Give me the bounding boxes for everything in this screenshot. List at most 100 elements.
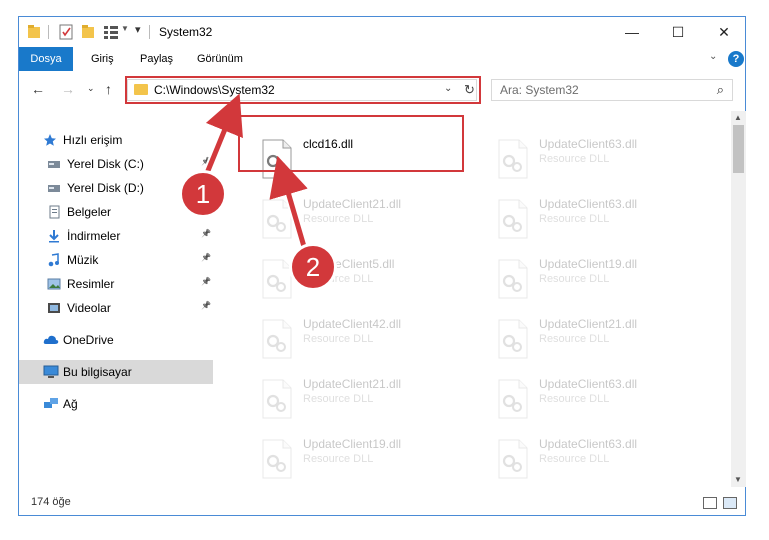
window-title: System32 <box>159 25 213 39</box>
file-type: Resource DLL <box>303 393 374 405</box>
file-item[interactable]: UpdateClient21.dll Resource DLL <box>491 313 721 367</box>
status-bar: 174 öğe <box>19 491 745 515</box>
file-name: UpdateClient19.dll <box>539 257 638 271</box>
dll-file-icon <box>261 199 293 239</box>
download-icon <box>47 229 61 243</box>
address-highlight-box <box>125 76 481 104</box>
view-options-icon[interactable] <box>103 24 119 40</box>
maximize-button[interactable]: ☐ <box>655 17 701 47</box>
dll-file-icon <box>497 379 529 419</box>
file-item[interactable]: UpdateClient21.dll Resource DLL <box>255 373 485 427</box>
sidebar-item-label: Bu bilgisayar <box>63 365 132 379</box>
folder-icon <box>28 25 40 38</box>
dll-file-icon <box>261 319 293 359</box>
file-name: UpdateClient21.dll <box>539 317 638 331</box>
sidebar-item-yerel-disk-c-[interactable]: Yerel Disk (C:) 📌 <box>19 152 213 176</box>
scroll-up-icon[interactable]: ▲ <box>734 113 742 122</box>
search-icon[interactable]: ⌕ <box>717 82 724 98</box>
file-item[interactable]: UpdateClient63.dll Resource DLL <box>491 193 721 247</box>
tab-file[interactable]: Dosya <box>19 47 73 71</box>
forward-arrow-icon[interactable]: → <box>61 81 75 97</box>
callout-1: 1 <box>179 170 227 218</box>
network-icon <box>43 397 58 411</box>
dll-file-icon <box>261 379 293 419</box>
sidebar-item-label: Belgeler <box>67 205 112 219</box>
vertical-scrollbar[interactable]: ▲ ▼ <box>731 111 746 487</box>
sidebar-item-i-ndirmeler[interactable]: İndirmeler 📌 <box>19 224 213 248</box>
close-button[interactable]: ✕ <box>701 17 747 47</box>
tab-home[interactable]: Giriş <box>91 47 114 71</box>
tab-share[interactable]: Paylaş <box>140 47 173 71</box>
pin-icon: 📌 <box>201 229 211 238</box>
drive-icon <box>47 181 61 195</box>
sidebar-item-label: İndirmeler <box>67 229 121 243</box>
sidebar-item-videolar[interactable]: Videolar 📌 <box>19 296 213 320</box>
file-item[interactable]: UpdateClient63.dll Resource DLL <box>491 133 721 187</box>
file-item[interactable]: UpdateClient42.dll Resource DLL <box>255 313 485 367</box>
dll-file-icon <box>497 439 529 479</box>
file-item[interactable]: UpdateClient63.dll Resource DLL <box>491 373 721 427</box>
dll-file-icon <box>497 319 529 359</box>
sidebar-item-label: Yerel Disk (D:) <box>67 181 144 195</box>
explorer-window: ▼ ▾ System32 — ☐ ✕ Dosya Giriş Paylaş Gö… <box>18 16 746 516</box>
large-icons-view-icon[interactable] <box>723 497 737 509</box>
file-name: UpdateClient21.dll <box>303 197 402 211</box>
sidebar-item-label: OneDrive <box>63 333 114 347</box>
file-type: Resource DLL <box>303 213 374 225</box>
up-arrow-icon[interactable]: ↑ <box>105 81 112 97</box>
details-view-icon[interactable] <box>703 497 717 509</box>
sidebar-item-ağ[interactable]: Ağ <box>19 392 213 416</box>
customize-toolbar-icon[interactable]: ▾ <box>135 23 141 36</box>
sidebar-item-label: Ağ <box>63 397 78 411</box>
drive-icon <box>47 157 61 171</box>
sidebar-item-label: Resimler <box>67 277 115 291</box>
new-folder-icon[interactable] <box>81 24 95 40</box>
back-arrow-icon[interactable]: ← <box>31 81 45 97</box>
file-name: UpdateClient63.dll <box>539 197 638 211</box>
sidebar-item-hızlı-erişim[interactable]: Hızlı erişim <box>19 128 213 152</box>
search-placeholder: Ara: System32 <box>500 83 579 97</box>
tab-view[interactable]: Görünüm <box>197 47 243 71</box>
help-button[interactable]: ? <box>728 51 744 67</box>
scroll-thumb[interactable] <box>733 125 744 173</box>
navigation-bar: ← → ⌄ ↑ C:\Windows\System32 ⌄ ↻ Ara: Sys… <box>19 71 745 107</box>
documents-icon <box>47 205 61 219</box>
file-item[interactable]: UpdateClient19.dll Resource DLL <box>491 253 721 307</box>
pin-icon: 📌 <box>201 253 211 262</box>
scroll-down-icon[interactable]: ▼ <box>734 475 742 484</box>
dll-file-icon <box>261 439 293 479</box>
file-name: UpdateClient63.dll <box>539 377 638 391</box>
item-count: 174 öğe <box>31 496 71 508</box>
sidebar-item-label: Hızlı erişim <box>63 133 123 147</box>
toolbar-divider <box>48 25 49 39</box>
chevron-down-icon[interactable]: ▼ <box>121 24 129 33</box>
recent-locations-icon[interactable]: ⌄ <box>87 83 95 94</box>
file-name: UpdateClient19.dll <box>303 437 402 451</box>
file-name: UpdateClient42.dll <box>303 317 402 331</box>
pictures-icon <box>47 277 61 291</box>
navigation-pane: Hızlı erişim Yerel Disk (C:) 📌 Yerel Disk (… <box>19 111 213 481</box>
file-type: Resource DLL <box>303 453 374 465</box>
ribbon-tabs: Dosya Giriş Paylaş Görünüm ⌄ ? <box>19 47 745 71</box>
file-item[interactable]: UpdateClient63.dll Resource DLL <box>491 433 721 481</box>
file-name: UpdateClient63.dll <box>539 137 638 151</box>
sidebar-item-label: Müzik <box>67 253 99 267</box>
file-item[interactable]: UpdateClient21.dll Resource DLL <box>255 193 485 247</box>
sidebar-item-resimler[interactable]: Resimler 📌 <box>19 272 213 296</box>
music-icon <box>47 253 61 267</box>
pin-icon: 📌 <box>201 277 211 286</box>
dll-file-icon <box>497 139 529 179</box>
search-box[interactable]: Ara: System32 ⌕ <box>491 79 733 101</box>
file-type: Resource DLL <box>539 273 610 285</box>
file-type: Resource DLL <box>539 333 610 345</box>
sidebar-item-müzik[interactable]: Müzik 📌 <box>19 248 213 272</box>
sidebar-item-label: Yerel Disk (C:) <box>67 157 144 171</box>
chevron-down-icon[interactable]: ⌄ <box>709 51 717 62</box>
sidebar-item-onedrive[interactable]: OneDrive <box>19 328 213 352</box>
file-item[interactable]: UpdateClient19.dll Resource DLL <box>255 433 485 481</box>
properties-icon[interactable] <box>59 24 73 40</box>
sidebar-item-bu-bilgisayar[interactable]: Bu bilgisayar <box>19 360 213 384</box>
minimize-button[interactable]: — <box>609 17 655 47</box>
file-type: Resource DLL <box>539 453 610 465</box>
video-icon <box>47 301 61 315</box>
